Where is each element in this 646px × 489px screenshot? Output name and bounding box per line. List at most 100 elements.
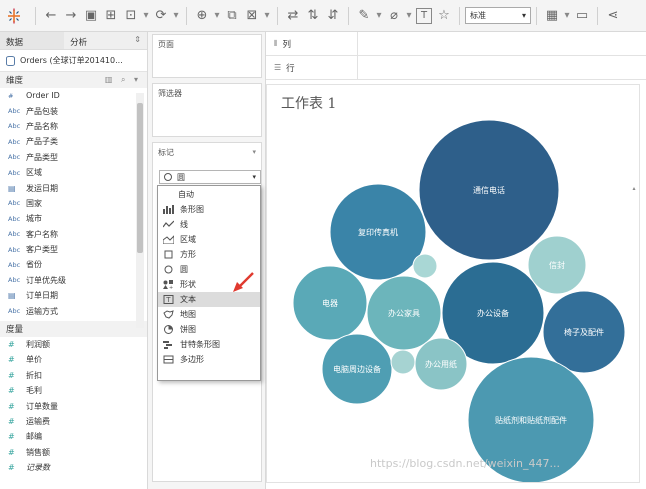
dimension-field[interactable]: Abc 客户类型 (0, 242, 147, 257)
new-worksheet-icon[interactable]: ⊕ (194, 5, 210, 27)
measure-field[interactable]: # 订单数量 (0, 398, 147, 413)
view-toggle-icon[interactable]: ▥ ⌕ ▾ (105, 75, 141, 85)
show-cards-icon[interactable]: ▦ (544, 5, 560, 27)
chevron-down-icon[interactable]: ▾ (563, 5, 571, 27)
datasource-item[interactable]: Orders (全球订单201410... (0, 50, 147, 72)
sort-descending-icon[interactable]: ⇵ (325, 5, 341, 27)
bubble-label: 电脑周边设备 (333, 364, 381, 374)
dimension-field[interactable]: Abc 城市 (0, 211, 147, 226)
bubble-mark[interactable] (390, 349, 416, 375)
back-arrow-icon[interactable]: ← (43, 5, 59, 27)
tab-analysis[interactable]: 分析 (64, 32, 128, 49)
measure-field[interactable]: # 记录数 (0, 460, 147, 475)
mark-type-option[interactable]: 方形 (158, 247, 260, 262)
mark-type-option[interactable]: 地图 (158, 307, 260, 322)
presentation-icon[interactable]: ▭ (574, 5, 590, 27)
worksheet-view: 工作表 1 通信电话 复印传真机 信封 电器 办公家具 办公设备 椅子及配件 电脑周边设备 办公… (266, 84, 640, 483)
mark-type-option[interactable]: 饼图 (158, 322, 260, 337)
dimension-field[interactable]: Abc 产品名称 (0, 119, 147, 134)
bubble-label: 办公用纸 (425, 359, 457, 369)
field-name: 客户名称 (26, 229, 58, 239)
bubble-mark[interactable] (412, 253, 438, 279)
chevron-down-icon[interactable]: ▾ (252, 148, 256, 156)
mark-type-option-label: 地图 (180, 310, 196, 319)
dimension-field[interactable]: Abc 订单优先级 (0, 273, 147, 288)
dimension-field[interactable]: ▤ 订单日期 (0, 288, 147, 303)
chevron-down-icon[interactable]: ▾ (213, 5, 221, 27)
number-icon: # (8, 91, 14, 100)
dimension-field[interactable]: ▤ 发运日期 (0, 180, 147, 195)
dimension-field[interactable]: Abc 客户名称 (0, 227, 147, 242)
pages-card[interactable]: 页面 (152, 34, 262, 78)
number-icon: # (8, 432, 15, 442)
highlight-icon[interactable]: ✎ (356, 5, 372, 27)
mark-type-option[interactable]: 甘特条形图 (158, 337, 260, 352)
chevron-down-icon[interactable]: ▾ (375, 5, 383, 27)
clear-sheet-icon[interactable]: ⊠ (244, 5, 260, 27)
measure-field[interactable]: # 单价 (0, 352, 147, 367)
mark-type-option[interactable]: 条形图 (158, 202, 260, 217)
mark-type-option[interactable]: 自动 (158, 187, 260, 202)
tableau-logo-icon[interactable] (6, 8, 22, 24)
measure-field[interactable]: # 折扣 (0, 368, 147, 383)
dimension-field[interactable]: Abc 产品类型 (0, 150, 147, 165)
show-labels-icon[interactable]: T (416, 7, 432, 24)
fit-select[interactable]: 标准 ▾ (465, 7, 531, 24)
measure-field[interactable]: # 销售额 (0, 445, 147, 460)
dimensions-scrollbar[interactable] (136, 93, 144, 328)
chevron-down-icon: ▾ (252, 173, 256, 181)
chevron-down-icon[interactable]: ▾ (405, 5, 413, 27)
field-name: 国家 (26, 198, 42, 208)
viz-scrollbar[interactable]: ▴ (629, 185, 639, 305)
measure-field[interactable]: # 邮编 (0, 429, 147, 444)
scroll-thumb[interactable] (137, 103, 143, 253)
group-icon[interactable]: ⌀ (386, 5, 402, 27)
dimension-field[interactable]: # Order ID (0, 88, 147, 103)
line-icon (162, 220, 174, 230)
dimension-field[interactable]: Abc 区域 (0, 165, 147, 180)
filters-card[interactable]: 筛选器 (152, 83, 262, 137)
pause-icon[interactable]: ⊡ (123, 5, 139, 27)
mark-type-option[interactable]: 多边形 (158, 352, 260, 367)
mark-type-option-label: 形状 (180, 280, 196, 289)
bubble-label: 贴纸剂和贴纸剂配件 (495, 415, 567, 425)
mark-type-option[interactable]: 线 (158, 217, 260, 232)
svg-text:T: T (165, 296, 171, 304)
dimension-field[interactable]: Abc 产品子类 (0, 134, 147, 149)
measure-field[interactable]: # 运输费 (0, 414, 147, 429)
toolbar: ← → ▣ ⊞ ⊡ ▾ ⟳ ▾ ⊕ ▾ ⧉ ⊠ ▾ ⇄ ⇅ ⇵ ✎ ▾ ⌀ ▾ … (0, 0, 646, 32)
measure-field[interactable]: # 利润额 (0, 337, 147, 352)
mark-type-select[interactable]: 圆 ▾ (159, 170, 261, 184)
swap-icon[interactable]: ⇄ (285, 5, 301, 27)
columns-shelf[interactable]: ⦀ 列 (266, 32, 646, 56)
chevron-down-icon[interactable]: ▾ (263, 5, 271, 27)
number-icon: # (8, 355, 15, 365)
chevron-down-icon[interactable]: ▾ (142, 5, 150, 27)
save-icon[interactable]: ▣ (83, 5, 99, 27)
new-datasource-icon[interactable]: ⊞ (103, 5, 119, 27)
mark-type-option[interactable]: T 文本 (158, 292, 260, 307)
mark-type-option-label: 线 (180, 220, 188, 229)
tab-data[interactable]: 数据 (0, 32, 65, 49)
share-icon[interactable]: ⋖ (605, 5, 621, 27)
dimension-field[interactable]: Abc 运输方式 (0, 303, 147, 318)
data-pane: 数据 分析 ⇕ Orders (全球订单201410... 维度 ▥ ⌕ ▾ #… (0, 32, 148, 489)
pane-menu-icon[interactable]: ⇕ (128, 32, 147, 49)
forward-arrow-icon[interactable]: → (63, 5, 79, 27)
bubble-label: 信封 (549, 260, 565, 270)
dimension-field[interactable]: Abc 国家 (0, 196, 147, 211)
chevron-down-icon[interactable]: ▾ (172, 5, 180, 27)
number-icon: # (8, 386, 15, 396)
scroll-up-icon[interactable]: ▴ (629, 185, 639, 192)
mark-type-option[interactable]: 区域 (158, 232, 260, 247)
pin-icon[interactable]: ☆ (436, 5, 452, 27)
sort-ascending-icon[interactable]: ⇅ (305, 5, 321, 27)
measure-field[interactable]: # 毛利 (0, 383, 147, 398)
duplicate-icon[interactable]: ⧉ (224, 5, 240, 27)
dimension-field[interactable]: Abc 省份 (0, 257, 147, 272)
dimension-field[interactable]: Abc 产品包装 (0, 103, 147, 118)
field-name: 单价 (26, 355, 42, 365)
rows-shelf[interactable]: ☰ 行 (266, 56, 646, 80)
area-icon (162, 235, 174, 245)
refresh-icon[interactable]: ⟳ (153, 5, 169, 27)
